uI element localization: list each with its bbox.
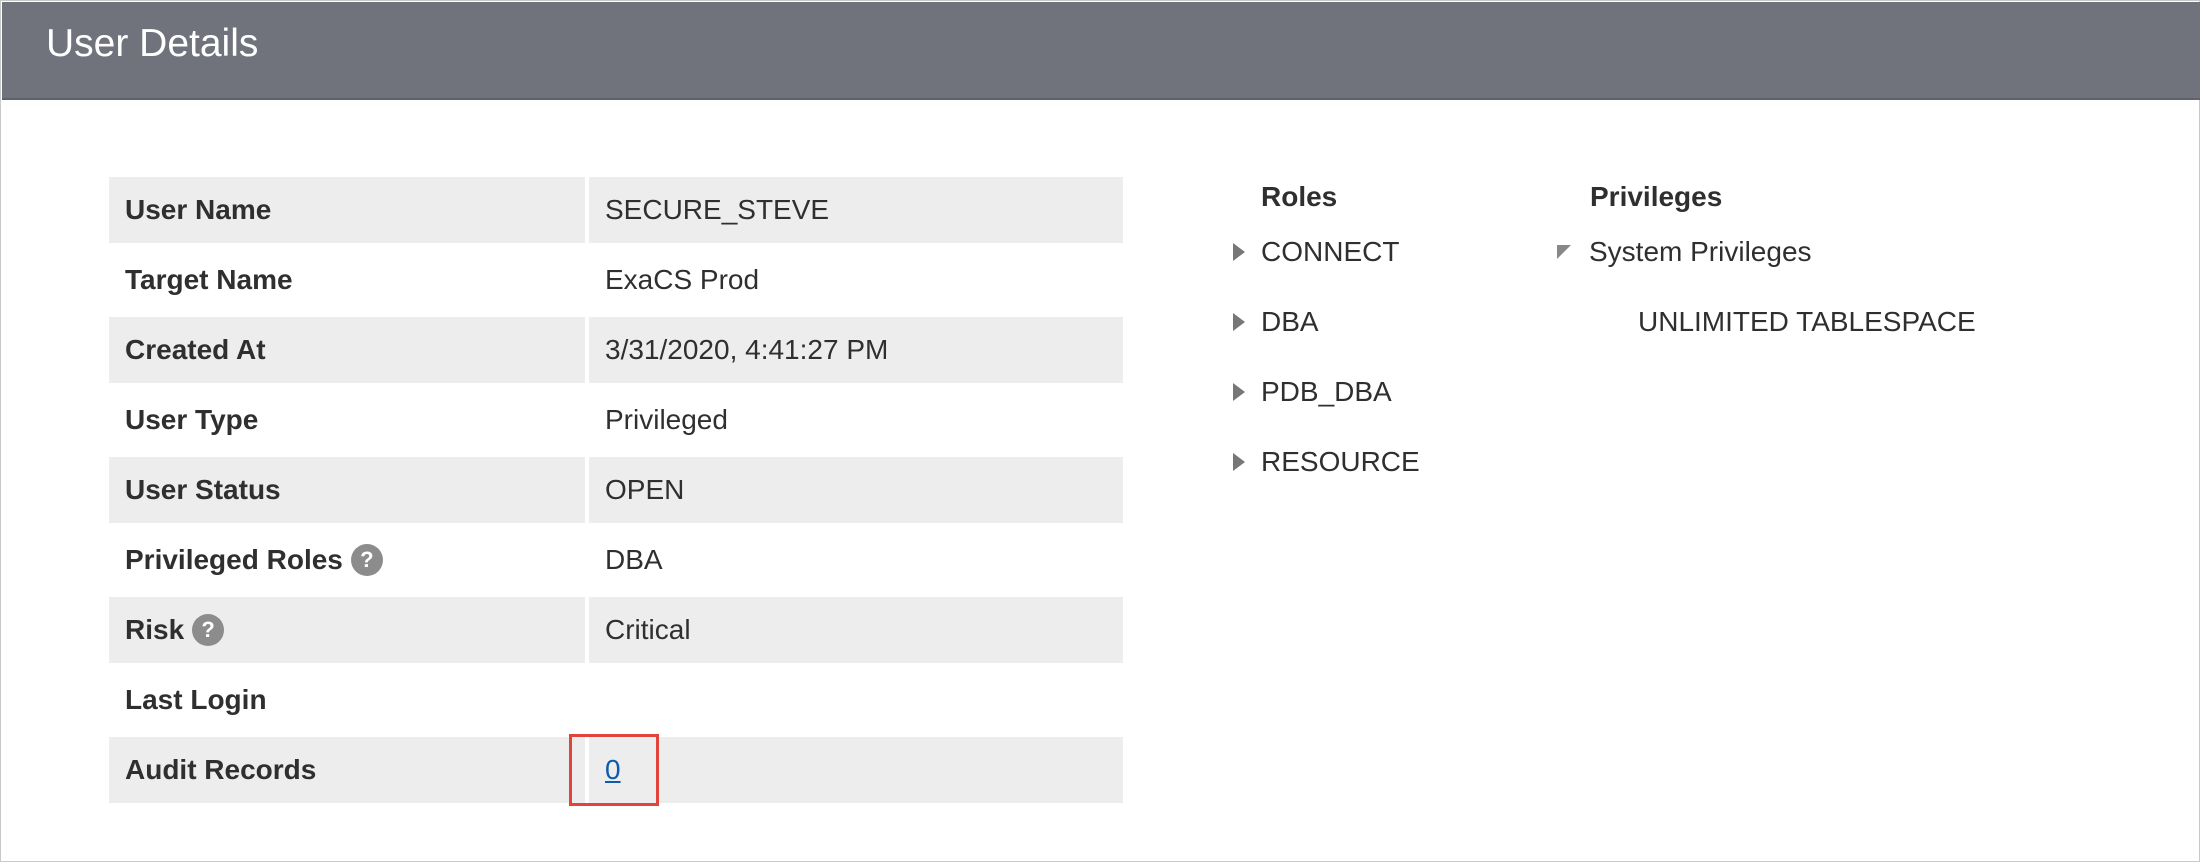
role-item-pdb-dba[interactable]: PDB_DBA (1227, 357, 1527, 427)
audit-records-label: Audit Records (109, 737, 585, 803)
created-at-value: 3/31/2020, 4:41:27 PM (589, 317, 1123, 383)
audit-records-value-cell: 0 (589, 737, 1123, 803)
audit-records-link[interactable]: 0 (605, 754, 621, 786)
user-details-panel: User Details User Name SECURE_STEVE Targ… (0, 0, 2200, 862)
role-item-resource[interactable]: RESOURCE (1227, 427, 1527, 497)
risk-label-cell: Risk ? (109, 597, 585, 663)
target-name-label: Target Name (125, 264, 293, 295)
role-label: RESOURCE (1261, 446, 1420, 477)
user-name-label: User Name (109, 177, 585, 243)
table-row: Last Login (109, 667, 1123, 733)
roles-tree: Roles CONNECT DBA PDB_DBA RESOURCE (1227, 177, 1527, 497)
roles-heading: Roles (1261, 181, 1338, 212)
privileges-tree: Privileges System Privileges UNLIMITED T… (1555, 177, 2055, 357)
privileged-roles-label: Privileged Roles (125, 544, 343, 575)
expand-arrow-icon[interactable] (1233, 313, 1245, 331)
table-row: User Type Privileged (109, 387, 1123, 453)
user-type-value: Privileged (605, 404, 728, 435)
privilege-item: UNLIMITED TABLESPACE (1638, 306, 1976, 337)
created-at-label: Created At (109, 317, 585, 383)
role-item-connect[interactable]: CONNECT (1227, 217, 1527, 287)
role-label: CONNECT (1261, 236, 1400, 267)
panel-header: User Details (2, 2, 2200, 100)
table-row: Created At 3/31/2020, 4:41:27 PM (109, 317, 1123, 383)
last-login-value (589, 667, 1123, 733)
risk-label: Risk (125, 614, 185, 645)
table-row: Risk ? Critical (109, 597, 1123, 663)
role-label: PDB_DBA (1261, 376, 1392, 407)
privileged-roles-label-cell: Privileged Roles ? (109, 527, 585, 593)
user-type-label: User Type (125, 404, 259, 435)
user-status-value: OPEN (589, 457, 1123, 523)
user-name-value: SECURE_STEVE (589, 177, 1123, 243)
role-label: DBA (1261, 306, 1319, 337)
collapse-arrow-icon[interactable] (1557, 245, 1571, 259)
risk-value: Critical (589, 597, 1123, 663)
table-row: User Status OPEN (109, 457, 1123, 523)
help-icon[interactable]: ? (192, 614, 225, 646)
privileged-roles-value: DBA (605, 544, 663, 575)
help-icon[interactable]: ? (350, 544, 383, 576)
privilege-group-system[interactable]: System Privileges (1555, 217, 2055, 287)
expand-arrow-icon[interactable] (1233, 453, 1245, 471)
table-row: Audit Records 0 (109, 737, 1123, 803)
details-table: User Name SECURE_STEVE Target Name ExaCS… (109, 177, 1123, 807)
page-title: User Details (46, 22, 259, 65)
user-status-label: User Status (109, 457, 585, 523)
target-name-value: ExaCS Prod (605, 264, 760, 295)
expand-arrow-icon[interactable] (1233, 383, 1245, 401)
last-login-label: Last Login (125, 684, 267, 715)
expand-arrow-icon[interactable] (1233, 243, 1245, 261)
table-row: Privileged Roles ? DBA (109, 527, 1123, 593)
privileges-heading: Privileges (1590, 181, 1723, 212)
table-row: User Name SECURE_STEVE (109, 177, 1123, 243)
table-row: Target Name ExaCS Prod (109, 247, 1123, 313)
role-item-dba[interactable]: DBA (1227, 287, 1527, 357)
privilege-group-label: System Privileges (1589, 236, 1812, 267)
